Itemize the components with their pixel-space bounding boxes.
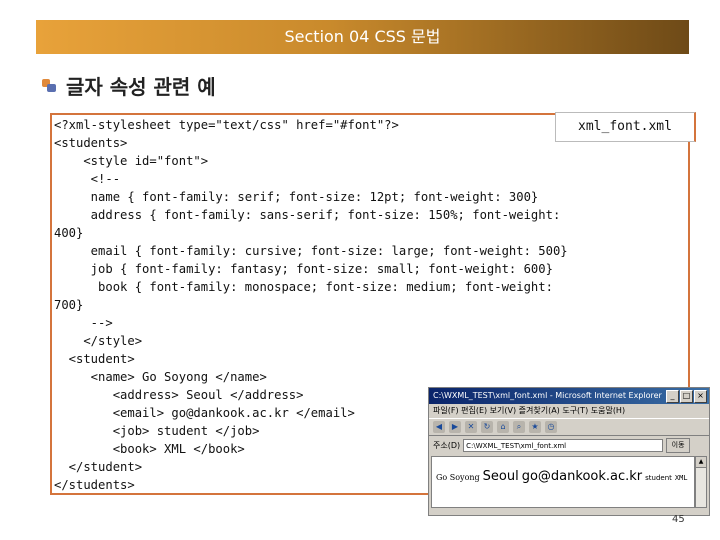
address-input[interactable]: C:\WXML_TEST\xml_font.xml (463, 438, 664, 452)
stop-icon[interactable]: ✕ (465, 421, 477, 433)
slide-heading: 글자 속성 관련 예 (66, 74, 216, 99)
rendered-job: student (645, 474, 672, 482)
refresh-icon[interactable]: ↻ (481, 421, 493, 433)
rendered-name: Go Soyong (436, 473, 480, 482)
address-bar: 주소(D) C:\WXML_TEST\xml_font.xml 이동 (429, 436, 709, 454)
code-line: --> (54, 316, 113, 330)
code-line: <address> Seoul </address> (54, 388, 304, 402)
home-icon[interactable]: ⌂ (497, 421, 509, 433)
code-line: </style> (54, 334, 143, 348)
rendered-address: Seoul (482, 469, 519, 484)
code-line: <?xml-stylesheet type="text/css" href="#… (54, 118, 399, 132)
code-line: <job> student </job> (54, 424, 260, 438)
back-icon[interactable]: ◀ (433, 421, 445, 433)
code-line: </student> (54, 460, 143, 474)
code-line: email { font-family: cursive; font-size:… (54, 244, 568, 258)
browser-viewport: Go Soyong Seoul go@dankook.ac.kr student… (431, 456, 695, 508)
code-line: </students> (54, 478, 135, 492)
code-line: address { font-family: sans-serif; font-… (54, 208, 561, 222)
browser-menubar[interactable]: 파일(F) 편집(E) 보기(V) 즐겨찾기(A) 도구(T) 도움말(H) (429, 404, 709, 418)
code-line: <book> XML </book> (54, 442, 245, 456)
minimize-icon[interactable]: _ (666, 390, 679, 403)
code-line: job { font-family: fantasy; font-size: s… (54, 262, 553, 276)
code-line: <!-- (54, 172, 121, 186)
heading-row: 글자 속성 관련 예 (40, 72, 216, 99)
window-controls: _ □ × (666, 390, 707, 403)
code-line: <style id="font"> (54, 154, 209, 168)
browser-window: C:\WXML_TEST\xml_font.xml - Microsoft In… (428, 387, 710, 516)
forward-icon[interactable]: ▶ (449, 421, 461, 433)
search-icon[interactable]: ⌕ (513, 421, 525, 433)
history-icon[interactable]: ◷ (545, 421, 557, 433)
code-line: book { font-family: monospace; font-size… (54, 280, 553, 294)
rendered-email: go@dankook.ac.kr (521, 469, 643, 484)
code-line: <name> Go Soyong </name> (54, 370, 267, 384)
go-button[interactable]: 이동 (666, 437, 691, 453)
vertical-scrollbar[interactable]: ▲ (695, 456, 707, 508)
maximize-icon[interactable]: □ (680, 390, 693, 403)
code-line: <students> (54, 136, 128, 150)
code-line: 700} (54, 298, 84, 312)
address-label: 주소(D) (433, 440, 461, 450)
code-line: 400} (54, 226, 84, 240)
close-icon[interactable]: × (694, 390, 707, 403)
browser-toolbar: ◀ ▶ ✕ ↻ ⌂ ⌕ ★ ◷ (429, 418, 709, 436)
favorites-icon[interactable]: ★ (529, 421, 541, 433)
page-number: 45 (672, 514, 685, 525)
code-line: <email> go@dankook.ac.kr </email> (54, 406, 355, 420)
scroll-up-icon[interactable]: ▲ (696, 457, 706, 468)
bullet-icon (40, 76, 58, 94)
filename-label: xml_font.xml (555, 112, 696, 142)
rendered-book: XML (674, 474, 688, 482)
code-line: name { font-family: serif; font-size: 12… (54, 190, 539, 204)
code-line: <student> (54, 352, 135, 366)
section-banner: Section 04 CSS 문법 (36, 20, 689, 54)
rendered-output: Go Soyong Seoul go@dankook.ac.kr student… (436, 469, 688, 484)
